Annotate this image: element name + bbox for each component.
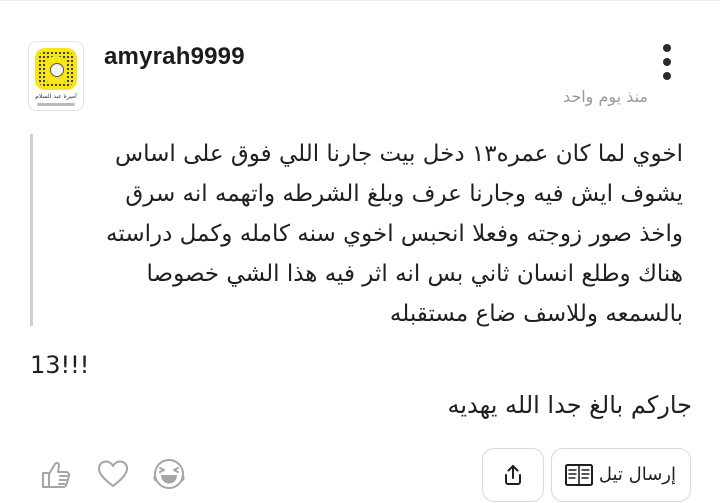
more-vertical-icon[interactable] <box>658 44 676 80</box>
thumbs-up-icon[interactable] <box>40 457 74 491</box>
reply-count-text: 13!!! <box>30 351 90 379</box>
share-icon <box>505 465 521 485</box>
quoted-message: اخوي لما كان عمره١٣ دخل بيت جارنا اللي ف… <box>30 134 683 327</box>
reply-text: جاركم بالغ جدا الله يهديه <box>447 391 692 419</box>
quote-line: هناك وطلع انسان ثاني بس انه اثر فيه هذا … <box>146 261 683 287</box>
send-tell-button[interactable]: إرسال تيل <box>551 448 691 502</box>
avatar[interactable]: أميرة عبد السلام <box>28 41 84 111</box>
quote-line: بالسمعه وللاسف ضاع مستقبله <box>389 301 683 327</box>
quote-line: يشوف ايش فيه وجارنا عرف وبلغ الشرطه واته… <box>125 181 683 207</box>
laughing-face-icon[interactable] <box>152 457 186 491</box>
username[interactable]: amyrah9999 <box>104 43 245 71</box>
quote-line: واخذ صور زوجته وفعلا انحبس اخوي سنه كامل… <box>106 221 683 247</box>
book-icon <box>565 464 593 486</box>
quoted-message-text: اخوي لما كان عمره١٣ دخل بيت جارنا اللي ف… <box>43 134 683 334</box>
share-button[interactable] <box>482 448 544 502</box>
post-timestamp: منذ يوم واحد <box>562 87 648 106</box>
heart-icon[interactable] <box>96 457 130 491</box>
avatar-caption: أميرة عبد السلام <box>35 93 77 100</box>
send-tell-label: إرسال تيل <box>598 464 676 485</box>
quote-line: اخوي لما كان عمره١٣ دخل بيت جارنا اللي ف… <box>115 141 683 167</box>
post-card: أميرة عبد السلام amyrah9999 منذ يوم واحد… <box>0 0 720 503</box>
snapcode-icon <box>35 48 77 90</box>
